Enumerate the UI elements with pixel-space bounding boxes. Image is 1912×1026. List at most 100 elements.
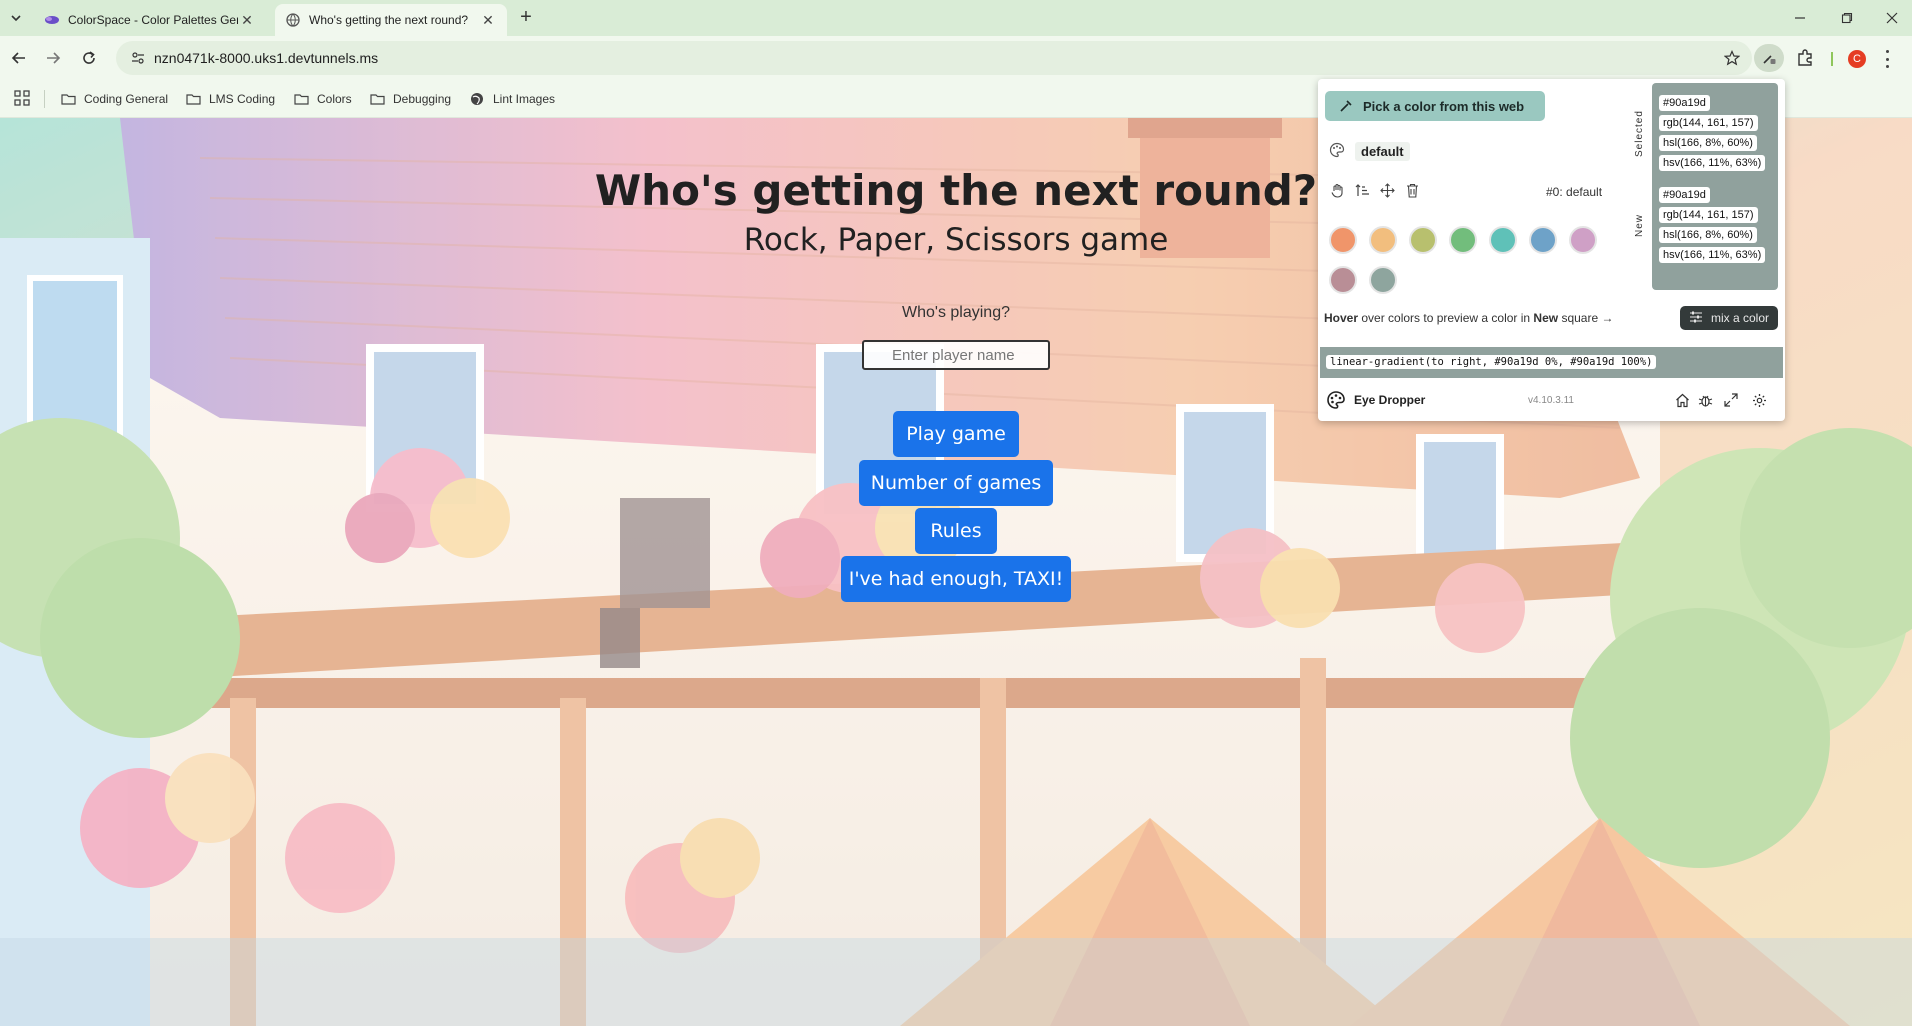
title-bar: ColorSpace - Color Palettes Generator ✕ … bbox=[0, 0, 1912, 36]
new-rgb-value[interactable]: rgb(144, 161, 157) bbox=[1659, 207, 1758, 223]
color-swatch[interactable] bbox=[1489, 226, 1517, 254]
expand-icon[interactable] bbox=[1722, 391, 1740, 409]
color-swatch[interactable] bbox=[1369, 266, 1397, 294]
bookmark-lms-coding[interactable]: LMS Coding bbox=[186, 89, 275, 109]
bookmarks-divider bbox=[44, 90, 45, 108]
palette-name[interactable]: default bbox=[1355, 141, 1410, 161]
forward-icon[interactable] bbox=[42, 47, 64, 69]
hint-text: over colors to preview a color in bbox=[1358, 311, 1534, 325]
browser-menu-icon[interactable] bbox=[1884, 50, 1890, 68]
hover-hint: Hover over colors to preview a color in … bbox=[1324, 311, 1613, 325]
close-window-icon[interactable] bbox=[1880, 6, 1904, 30]
palette-icon bbox=[1329, 142, 1345, 161]
selected-hex-value[interactable]: #90a19d bbox=[1659, 95, 1710, 111]
profile-avatar[interactable]: C bbox=[1848, 50, 1866, 68]
eyedropper-extension-icon[interactable] bbox=[1754, 44, 1784, 72]
sort-icon[interactable] bbox=[1354, 182, 1370, 198]
play-game-button[interactable]: Play game bbox=[893, 411, 1019, 457]
bookmark-label: LMS Coding bbox=[209, 92, 276, 106]
bookmark-label: Debugging bbox=[393, 92, 452, 106]
tab-title: Who's getting the next round? bbox=[309, 13, 469, 27]
bookmark-label: Colors bbox=[317, 92, 352, 106]
mix-color-label: mix a color bbox=[1710, 311, 1769, 325]
selected-hsl-value[interactable]: hsl(166, 8%, 60%) bbox=[1659, 135, 1757, 151]
new-hsv-value[interactable]: hsv(166, 11%, 63%) bbox=[1659, 247, 1766, 263]
pick-color-button[interactable]: Pick a color from this web bbox=[1325, 91, 1545, 121]
palette-tools bbox=[1329, 182, 1420, 198]
bookmark-colors[interactable]: Colors bbox=[294, 89, 352, 109]
trash-icon[interactable] bbox=[1404, 182, 1420, 198]
quit-taxi-button[interactable]: I've had enough, TAXI! bbox=[841, 556, 1071, 602]
eyedropper-popup: Pick a color from this web default #0: d… bbox=[1318, 79, 1785, 421]
tab-title: ColorSpace - Color Palettes Generator bbox=[68, 13, 238, 27]
move-icon[interactable] bbox=[1379, 182, 1395, 198]
back-icon[interactable] bbox=[8, 47, 30, 69]
eyedropper-logo-icon bbox=[1326, 390, 1346, 410]
color-swatch[interactable] bbox=[1369, 226, 1397, 254]
tab-close-icon[interactable]: ✕ bbox=[238, 11, 256, 29]
color-swatch[interactable] bbox=[1529, 226, 1557, 254]
new-hex-value[interactable]: #90a19d bbox=[1659, 187, 1710, 203]
eyedropper-pen-icon bbox=[1339, 99, 1353, 113]
restore-icon[interactable] bbox=[1835, 6, 1859, 30]
url-text: nzn0471k-8000.uks1.devtunnels.ms bbox=[154, 50, 379, 66]
color-swatch[interactable] bbox=[1329, 226, 1357, 254]
folder-icon bbox=[186, 92, 202, 106]
globe-icon bbox=[285, 12, 301, 28]
sliders-icon bbox=[1689, 311, 1703, 326]
tab-search-button[interactable] bbox=[4, 6, 28, 30]
app-version: v4.10.3.11 bbox=[1528, 395, 1574, 406]
page-subtitle: Rock, Paper, Scissors game bbox=[743, 222, 1169, 258]
folder-icon bbox=[294, 92, 310, 106]
colorspace-favicon-icon bbox=[44, 12, 60, 28]
globe-icon bbox=[470, 92, 486, 106]
tab-colorspace[interactable]: ColorSpace - Color Palettes Generator ✕ bbox=[34, 4, 266, 36]
app-name: Eye Dropper bbox=[1354, 393, 1426, 407]
chevron-down-icon bbox=[11, 15, 21, 22]
hint-new: New bbox=[1533, 311, 1559, 325]
bug-icon[interactable] bbox=[1696, 391, 1714, 409]
folder-icon bbox=[370, 92, 386, 106]
tab-close-icon[interactable]: ✕ bbox=[479, 11, 497, 29]
player-name-input[interactable] bbox=[862, 340, 1050, 370]
folder-icon bbox=[61, 92, 77, 106]
rules-button[interactable]: Rules bbox=[915, 508, 997, 554]
palette-selector[interactable]: default bbox=[1329, 141, 1410, 161]
site-info-icon[interactable] bbox=[130, 50, 146, 66]
bookmark-label: Lint Images bbox=[493, 92, 556, 106]
popup-footer: Eye Dropper v4.10.3.11 bbox=[1318, 379, 1785, 421]
color-swatch[interactable] bbox=[1449, 226, 1477, 254]
minimize-icon[interactable] bbox=[1788, 6, 1812, 30]
bookmark-star-icon[interactable] bbox=[1722, 48, 1742, 68]
new-side-label: New bbox=[1634, 213, 1645, 237]
color-swatch[interactable] bbox=[1569, 226, 1597, 254]
browser-toolbar: nzn0471k-8000.uks1.devtunnels.ms C bbox=[0, 36, 1912, 80]
color-swatch[interactable] bbox=[1409, 226, 1437, 254]
toolbar-separator bbox=[1831, 52, 1833, 66]
apps-grid-icon[interactable] bbox=[14, 90, 30, 106]
settings-gear-icon[interactable] bbox=[1750, 391, 1768, 409]
hint-end: square → bbox=[1558, 311, 1614, 325]
number-of-games-button[interactable]: Number of games bbox=[859, 460, 1053, 506]
address-bar[interactable]: nzn0471k-8000.uks1.devtunnels.ms bbox=[116, 41, 1752, 75]
bookmark-debugging[interactable]: Debugging bbox=[370, 89, 451, 109]
gradient-code[interactable]: linear-gradient(to right, #90a19d 0%, #9… bbox=[1326, 355, 1657, 369]
selected-side-label: Selected bbox=[1634, 110, 1645, 158]
selected-rgb-value[interactable]: rgb(144, 161, 157) bbox=[1659, 115, 1758, 131]
extensions-puzzle-icon[interactable] bbox=[1790, 44, 1820, 72]
bookmark-lint-images[interactable]: Lint Images bbox=[470, 89, 555, 109]
hand-drag-icon[interactable] bbox=[1329, 182, 1345, 198]
reload-icon[interactable] bbox=[78, 47, 100, 69]
tab-active-game[interactable]: Who's getting the next round? ✕ bbox=[275, 4, 507, 36]
mix-color-button[interactable]: mix a color bbox=[1680, 306, 1778, 330]
page-title: Who's getting the next round? bbox=[594, 166, 1318, 215]
new-tab-button[interactable]: + bbox=[516, 7, 536, 28]
hint-bold: Hover bbox=[1324, 311, 1359, 325]
bookmark-coding-general[interactable]: Coding General bbox=[61, 89, 168, 109]
color-swatch[interactable] bbox=[1329, 266, 1357, 294]
new-hsl-value[interactable]: hsl(166, 8%, 60%) bbox=[1659, 227, 1757, 243]
pick-color-label: Pick a color from this web bbox=[1363, 98, 1525, 114]
home-icon[interactable] bbox=[1673, 391, 1691, 409]
palette-label: #0: default bbox=[1546, 185, 1603, 199]
selected-hsv-value[interactable]: hsv(166, 11%, 63%) bbox=[1659, 155, 1766, 171]
